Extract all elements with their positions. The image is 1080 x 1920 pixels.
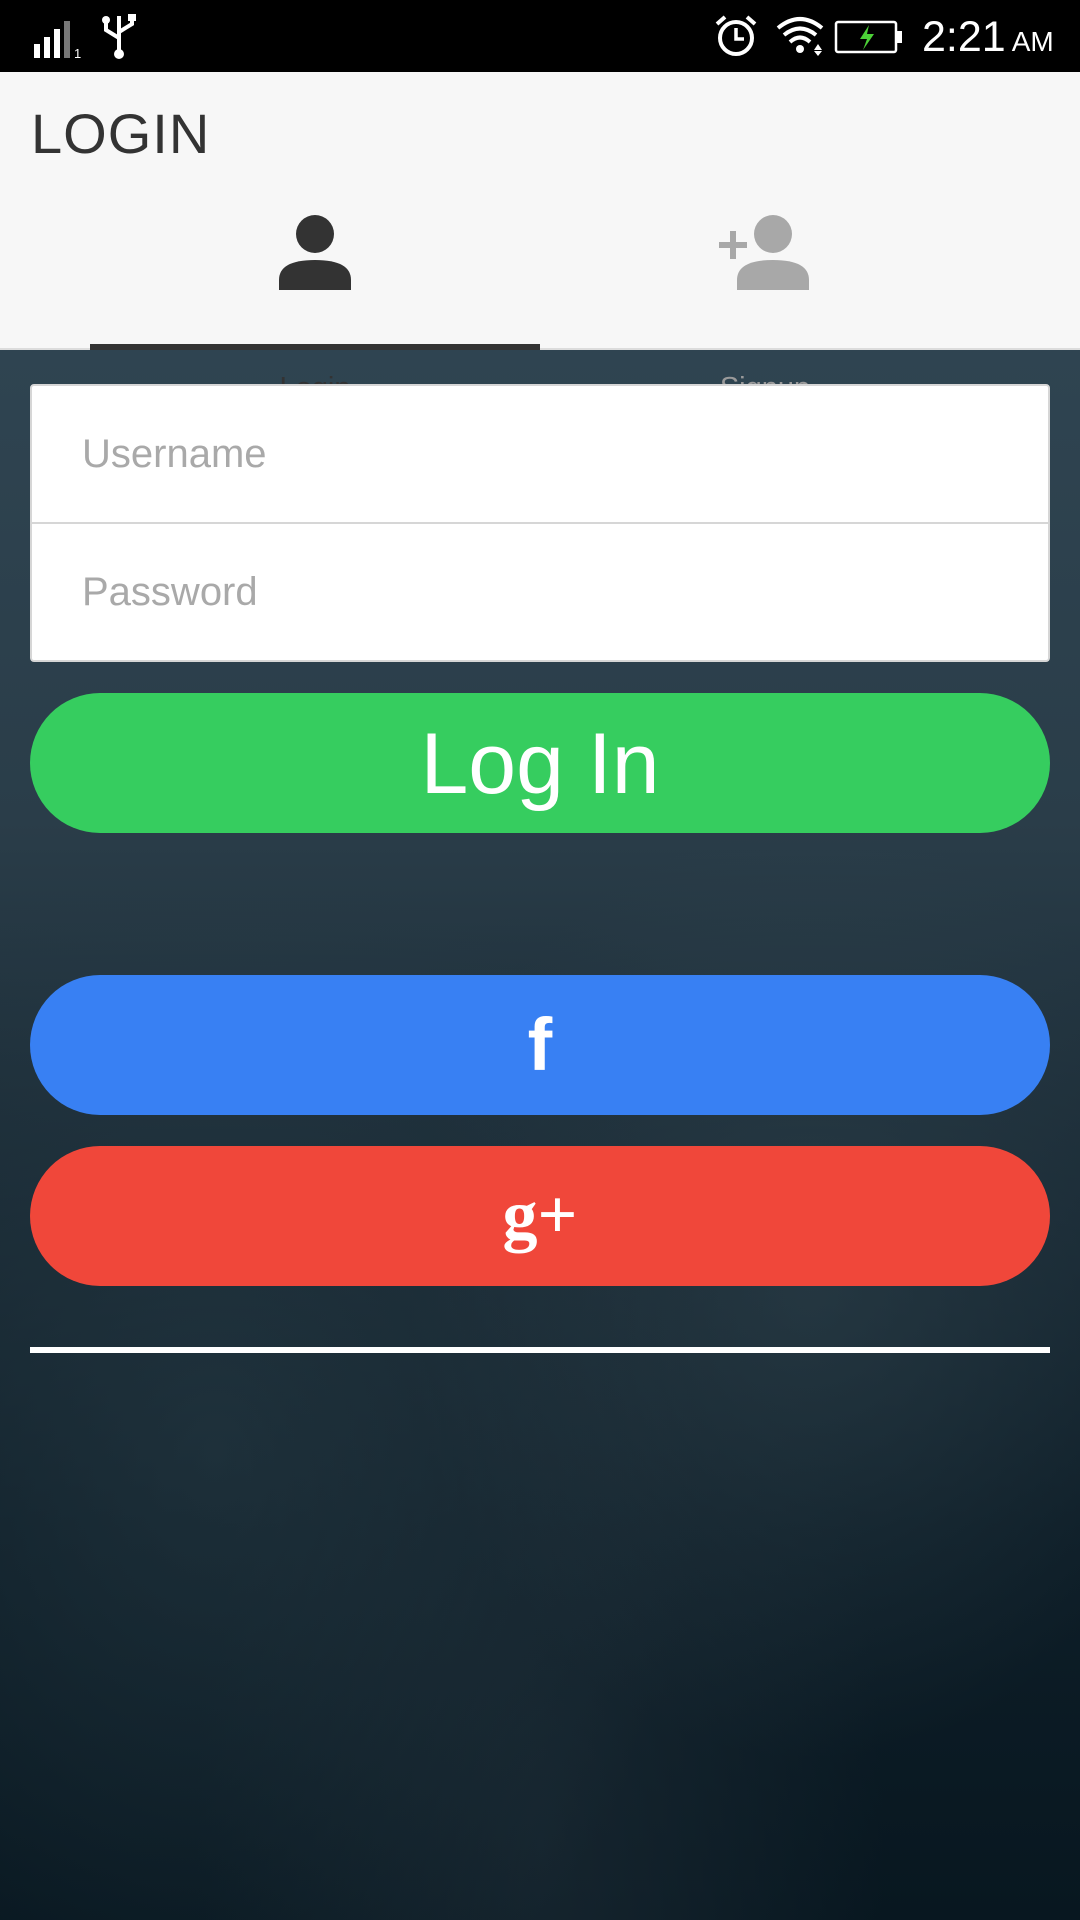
app-header: LOGIN Login Signup bbox=[0, 72, 1080, 404]
page-title: LOGIN bbox=[31, 102, 211, 165]
password-input[interactable] bbox=[32, 524, 1048, 660]
signal-icon: 1 bbox=[34, 21, 81, 58]
tab-indicator bbox=[90, 344, 540, 350]
google-plus-login-button[interactable]: g+ bbox=[30, 1146, 1050, 1286]
svg-text:1: 1 bbox=[74, 46, 81, 58]
add-person-icon bbox=[719, 215, 809, 290]
tab-signup[interactable]: Signup bbox=[540, 210, 990, 404]
username-input[interactable] bbox=[32, 386, 1048, 522]
divider bbox=[30, 1347, 1050, 1353]
battery-charging-icon bbox=[834, 20, 902, 54]
usb-icon bbox=[102, 14, 136, 59]
login-form bbox=[30, 384, 1050, 662]
tab-login[interactable]: Login bbox=[90, 210, 540, 404]
status-bar: 1 2:21 AM bbox=[0, 0, 1080, 72]
wifi-icon bbox=[776, 17, 824, 56]
status-time: 2:21 AM bbox=[922, 13, 1054, 61]
login-button[interactable]: Log In bbox=[30, 693, 1050, 833]
google-plus-icon: g+ bbox=[502, 1177, 578, 1254]
facebook-icon: f bbox=[527, 1003, 553, 1086]
facebook-login-button[interactable]: f bbox=[30, 975, 1050, 1115]
alarm-icon bbox=[715, 15, 757, 56]
person-icon bbox=[279, 215, 351, 290]
